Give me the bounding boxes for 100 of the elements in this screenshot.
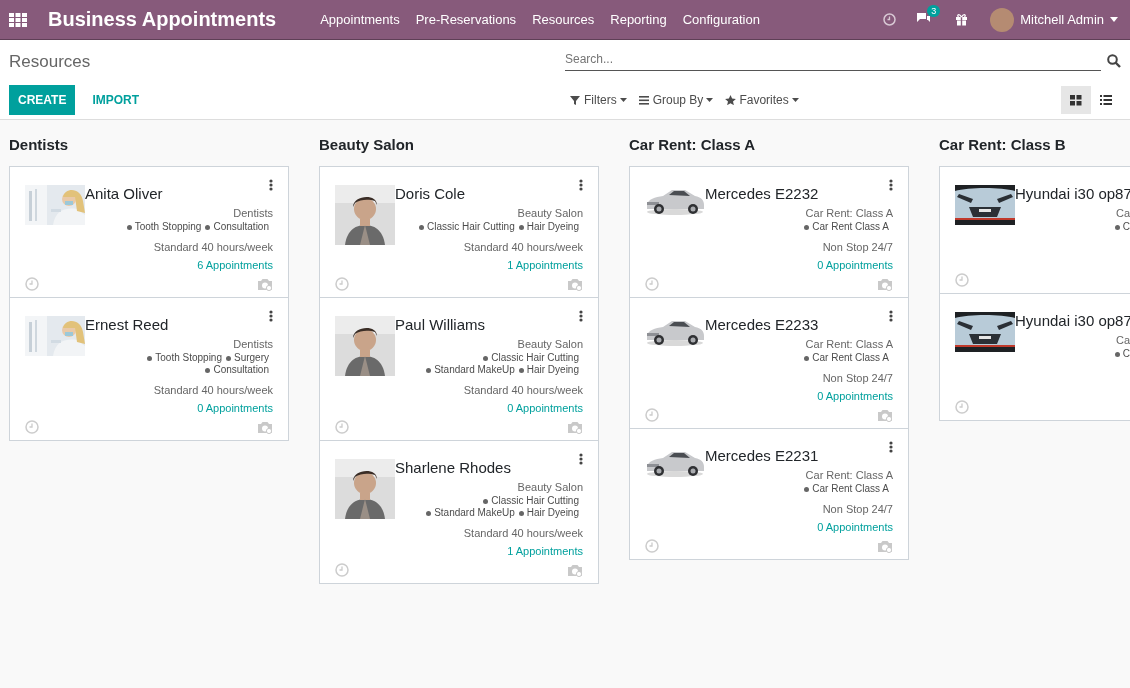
breadcrumb: Resources xyxy=(9,51,92,73)
camera-icon[interactable] xyxy=(877,539,893,553)
resource-card[interactable]: Paul Williams Beauty Salon Classic Hair Cutting Standard MakeUp Hair Dyeing Standard 40 hours/week 0 Appointments xyxy=(319,297,599,441)
clock-icon[interactable] xyxy=(645,539,659,553)
menu-item[interactable]: Appointments xyxy=(312,12,408,27)
camera-icon[interactable] xyxy=(877,277,893,291)
chat-icon[interactable] xyxy=(916,11,932,25)
tag: Consultation xyxy=(205,221,269,233)
category-label: Car Rent: Class A xyxy=(805,469,893,481)
avatar[interactable] xyxy=(990,7,1015,32)
clock-icon[interactable] xyxy=(335,420,349,434)
tag: Classic Hair Cutting xyxy=(483,352,579,364)
tag: Hair Dyeing xyxy=(518,221,579,233)
column-title: Dentists xyxy=(9,136,70,153)
working-hours: Standard 40 hours/week xyxy=(153,241,273,253)
appointments-link[interactable]: 0 Appointments xyxy=(817,259,893,271)
camera-icon[interactable] xyxy=(877,408,893,422)
category-label: Beauty Salon xyxy=(517,207,583,219)
clock-icon[interactable] xyxy=(25,277,39,291)
resource-card[interactable]: Doris Cole Beauty Salon Classic Hair Cutting Hair Dyeing Standard 40 hours/week 1 Appointments xyxy=(319,166,599,298)
clock-icon[interactable] xyxy=(645,408,659,422)
more-options-icon[interactable] xyxy=(579,453,583,465)
clock-icon[interactable] xyxy=(645,277,659,291)
appointments-link[interactable]: 1 Appointments xyxy=(507,259,583,271)
clock-icon[interactable] xyxy=(955,400,969,414)
appointments-link[interactable]: 0 Appointments xyxy=(197,402,273,414)
tag: Car Rent Class A xyxy=(804,483,889,495)
clock-icon[interactable] xyxy=(883,13,897,26)
search-icon[interactable] xyxy=(1107,54,1121,68)
working-hours: Non Stop 24/7 xyxy=(822,503,893,515)
menu-item[interactable]: Reporting xyxy=(602,12,675,27)
create-button[interactable]: CREATE xyxy=(9,85,76,115)
import-button[interactable]: IMPORT xyxy=(83,85,149,115)
menu-item[interactable]: Resources xyxy=(524,12,603,27)
working-hours: Standard 40 hours/week xyxy=(463,241,583,253)
appointments-link[interactable]: 0 Appointments xyxy=(507,402,583,414)
camera-icon[interactable] xyxy=(567,563,583,577)
resource-name: Mercedes E2232 xyxy=(705,184,819,202)
clock-icon[interactable] xyxy=(335,563,349,577)
filter-dropdown[interactable]: Favorites xyxy=(720,93,804,107)
filter-dropdown[interactable]: Filters xyxy=(565,93,632,107)
caret-icon xyxy=(791,98,799,102)
user-name[interactable]: Mitchell Admin xyxy=(1020,12,1104,27)
filter-icon xyxy=(570,95,581,105)
list-lines-icon xyxy=(638,95,650,105)
list-icon xyxy=(1100,95,1112,105)
search-field[interactable]: Search... xyxy=(565,52,1101,71)
resource-card[interactable]: Mercedes E2233 Car Rent: Class A Car Rent Class A Non Stop 24/7 0 Appointments xyxy=(629,297,909,429)
clock-icon[interactable] xyxy=(955,273,969,287)
tag: Standard MakeUp xyxy=(426,507,515,519)
camera-icon[interactable] xyxy=(567,420,583,434)
filter-dropdown[interactable]: Group By xyxy=(633,93,719,107)
camera-icon[interactable] xyxy=(257,277,273,291)
working-hours: Standard 40 hours/week xyxy=(463,527,583,539)
category-label: Beauty Salon xyxy=(517,481,583,493)
category-label: Dentists xyxy=(233,207,273,219)
category-label: Car Rent: Class A xyxy=(805,207,893,219)
more-options-icon[interactable] xyxy=(889,179,893,191)
resource-card[interactable]: Mercedes E2232 Car Rent: Class A Car Rent Class A Non Stop 24/7 0 Appointments xyxy=(629,166,909,298)
resource-card[interactable]: Sharlene Rhodes Beauty Salon Classic Hair Cutting Standard MakeUp Hair Dyeing Standard 40 hours/week 1 Appointments xyxy=(319,440,599,584)
caret-icon xyxy=(619,98,627,102)
tag: Surgery xyxy=(226,352,269,364)
appointments-link[interactable]: 0 Appointments xyxy=(817,390,893,402)
category-label: Ca xyxy=(1115,334,1130,346)
resource-card[interactable]: Anita Oliver Dentists Tooth Stopping Consultation Standard 40 hours/week 6 Appointments xyxy=(9,166,289,298)
more-options-icon[interactable] xyxy=(579,310,583,322)
menu-item[interactable]: Pre-Reservations xyxy=(407,12,525,27)
resource-name: Ernest Reed xyxy=(85,315,169,333)
more-options-icon[interactable] xyxy=(269,310,273,322)
more-options-icon[interactable] xyxy=(889,310,893,322)
more-options-icon[interactable] xyxy=(579,179,583,191)
tag: Standard MakeUp xyxy=(426,364,515,376)
resource-name: Mercedes E2231 xyxy=(705,446,819,464)
category-label: Dentists xyxy=(233,338,273,350)
star-icon xyxy=(725,95,737,105)
appointments-link[interactable]: 0 Appointments xyxy=(817,521,893,533)
more-options-icon[interactable] xyxy=(889,441,893,453)
tag: C xyxy=(1114,348,1130,360)
appointments-link[interactable]: 1 Appointments xyxy=(507,545,583,557)
tag: Hair Dyeing xyxy=(518,507,579,519)
camera-icon[interactable] xyxy=(257,420,273,434)
working-hours: Non Stop 24/7 xyxy=(822,241,893,253)
column-title: Car Rent: Class B xyxy=(939,136,1067,153)
menu-item[interactable]: Configuration xyxy=(674,12,768,27)
tag: Car Rent Class A xyxy=(804,352,889,364)
clock-icon[interactable] xyxy=(25,420,39,434)
apps-menu-icon[interactable] xyxy=(9,12,27,27)
app-title: Business Appointments xyxy=(48,8,277,31)
clock-icon[interactable] xyxy=(335,277,349,291)
tag: Tooth Stopping xyxy=(126,221,202,233)
tag: Classic Hair Cutting xyxy=(418,221,515,233)
caret-icon[interactable] xyxy=(1110,17,1118,22)
kanban-view-button[interactable] xyxy=(1061,86,1091,114)
tag: Car Rent Class A xyxy=(804,221,889,233)
camera-icon[interactable] xyxy=(567,277,583,291)
more-options-icon[interactable] xyxy=(269,179,273,191)
gift-icon[interactable] xyxy=(955,13,969,26)
appointments-link[interactable]: 6 Appointments xyxy=(197,259,273,271)
resource-card[interactable]: Mercedes E2231 Car Rent: Class A Car Rent Class A Non Stop 24/7 0 Appointments xyxy=(629,428,909,560)
resource-card[interactable]: Ernest Reed Dentists Tooth Stopping Surgery Consultation Standard 40 hours/week 0 Appointments xyxy=(9,297,289,441)
